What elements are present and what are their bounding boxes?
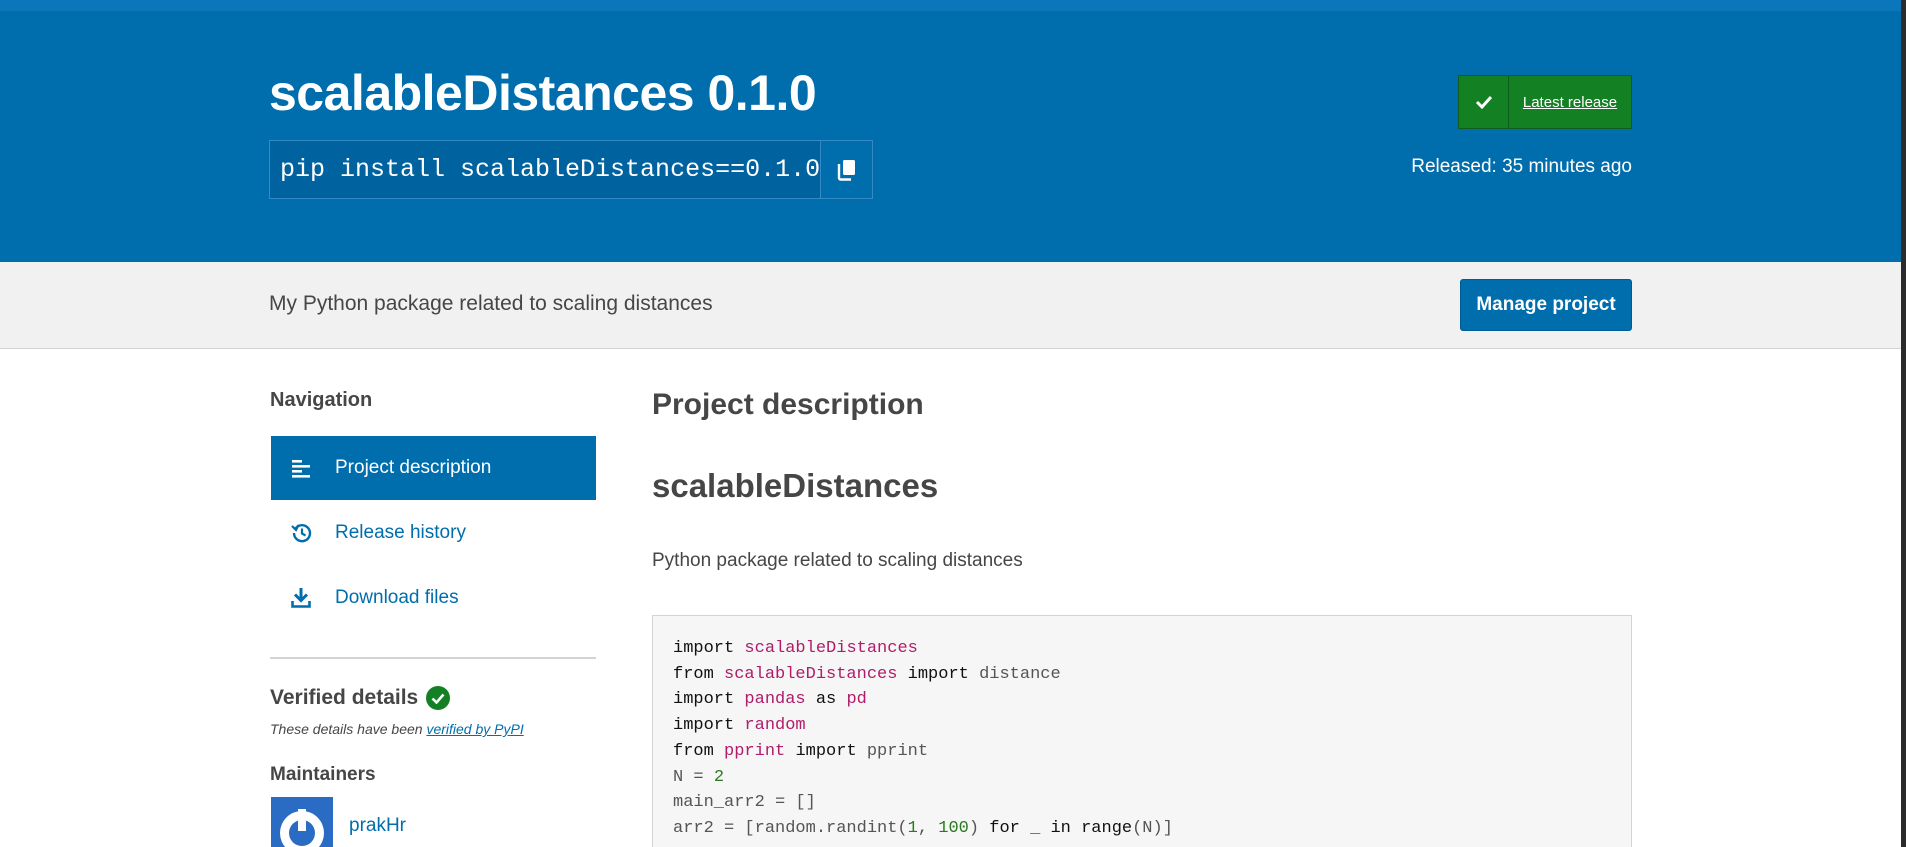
code-block: import scalableDistances from scalableDi… bbox=[652, 615, 1632, 847]
pip-command-box: pip install scalableDistances==0.1.0 bbox=[269, 140, 873, 199]
verified-details-label: Verified details bbox=[270, 686, 419, 709]
code-line: import pandas as pd bbox=[673, 690, 867, 710]
maintainers-heading: Maintainers bbox=[270, 764, 376, 785]
maintainer-link[interactable]: prakHr bbox=[349, 815, 406, 837]
package-title: scalableDistances 0.1.0 bbox=[269, 65, 817, 121]
code-line: main_arr2 = [] bbox=[673, 793, 816, 813]
top-strip bbox=[0, 0, 1906, 11]
avatar[interactable] bbox=[271, 797, 333, 847]
code-line: import random bbox=[673, 716, 806, 736]
code-line: N = 2 bbox=[673, 767, 725, 787]
sidebar-divider bbox=[270, 657, 596, 659]
window-edge bbox=[1901, 0, 1906, 847]
verified-details-heading: Verified details bbox=[270, 686, 451, 710]
verified-by-pypi-link[interactable]: verified by PyPI bbox=[426, 721, 523, 737]
sidebar-item-project-description[interactable]: Project description bbox=[271, 436, 596, 500]
sidebar-item-label: Release history bbox=[335, 522, 466, 543]
verified-note: These details have been verified by PyPI bbox=[270, 721, 524, 737]
package-header bbox=[0, 11, 1901, 262]
sidebar-item-download-files[interactable]: Download files bbox=[271, 566, 596, 630]
history-icon bbox=[291, 521, 321, 545]
code-line: from pprint import pprint bbox=[673, 741, 929, 761]
latest-release-link[interactable]: Latest release bbox=[1509, 76, 1631, 128]
sidebar-item-label: Project description bbox=[335, 457, 492, 478]
readme-intro: Python package related to scaling distan… bbox=[652, 550, 1023, 571]
release-date: Released: 35 minutes ago bbox=[1411, 156, 1632, 177]
download-icon bbox=[291, 586, 321, 610]
code-line: from scalableDistances import distance bbox=[673, 664, 1061, 684]
manage-project-button[interactable]: Manage project bbox=[1460, 279, 1632, 331]
copy-button[interactable] bbox=[820, 141, 872, 198]
verified-note-text: These details have been bbox=[270, 721, 427, 737]
checkmark-icon bbox=[1459, 76, 1509, 128]
align-left-icon bbox=[291, 456, 321, 480]
copy-icon bbox=[837, 159, 855, 181]
package-summary: My Python package related to scaling dis… bbox=[269, 292, 713, 315]
verified-check-icon bbox=[426, 686, 451, 710]
pip-command[interactable]: pip install scalableDistances==0.1.0 bbox=[270, 141, 820, 198]
readme-title: scalableDistances bbox=[652, 467, 939, 504]
project-description-heading: Project description bbox=[652, 388, 924, 421]
navigation-heading: Navigation bbox=[270, 389, 373, 411]
sidebar-item-label: Download files bbox=[335, 587, 459, 608]
sidebar-item-release-history[interactable]: Release history bbox=[271, 501, 596, 565]
latest-release-badge[interactable]: Latest release bbox=[1458, 75, 1632, 129]
code-line: arr2 = [random.randint(1, 100) for _ in … bbox=[673, 818, 1173, 838]
code-line: import scalableDistances bbox=[673, 639, 918, 658]
